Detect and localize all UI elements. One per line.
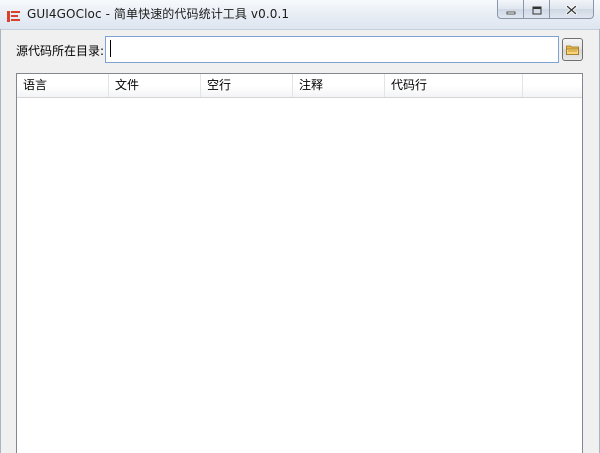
maximize-button[interactable] xyxy=(523,0,549,19)
column-header-language[interactable]: 语言 xyxy=(17,74,109,97)
window-title: GUI4GOCloc - 简单快速的代码统计工具 v0.0.1 xyxy=(27,7,290,21)
maximize-icon xyxy=(532,0,542,19)
app-logo-icon[interactable] xyxy=(7,8,20,22)
folder-icon xyxy=(566,40,579,59)
minimize-button[interactable] xyxy=(497,0,523,19)
main-window: GUI4GOCloc - 简单快速的代码统计工具 v0.0.1 源代码所在目录:… xyxy=(0,0,600,453)
close-button[interactable] xyxy=(549,0,594,19)
browse-folder-button[interactable] xyxy=(562,38,583,61)
text-caret xyxy=(110,40,111,57)
caption-buttons xyxy=(497,0,594,20)
close-icon xyxy=(566,0,577,19)
window-frame-left xyxy=(0,29,1,453)
list-body[interactable] xyxy=(17,98,582,453)
source-dir-input[interactable] xyxy=(105,36,559,63)
column-header-code[interactable]: 代码行 xyxy=(385,74,523,97)
minimize-icon xyxy=(506,0,516,19)
list-header: 语言 文件 空行 注释 代码行 xyxy=(17,74,582,98)
results-list[interactable]: 语言 文件 空行 注释 代码行 xyxy=(16,73,583,453)
source-dir-label: 源代码所在目录: xyxy=(16,44,105,58)
title-bar[interactable]: GUI4GOCloc - 简单快速的代码统计工具 v0.0.1 xyxy=(0,0,600,30)
column-header-blank[interactable]: 空行 xyxy=(201,74,293,97)
column-header-comment[interactable]: 注释 xyxy=(293,74,385,97)
column-header-files[interactable]: 文件 xyxy=(109,74,201,97)
